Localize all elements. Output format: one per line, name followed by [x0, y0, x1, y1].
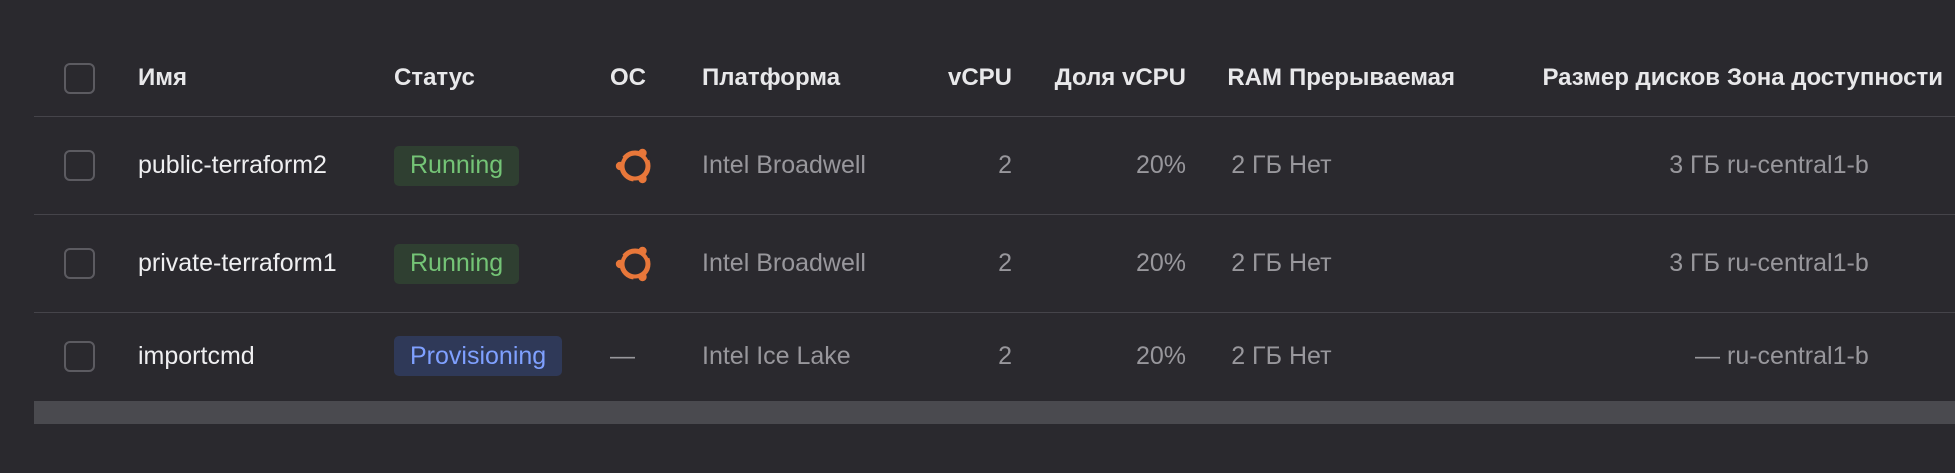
preemptible-value: Нет: [1289, 151, 1332, 179]
row-checkbox-cell: [64, 313, 98, 399]
status-cell: Running: [394, 117, 520, 214]
vcpu-share-value: 20%: [1135, 341, 1186, 370]
vm-name[interactable]: public-terraform2: [138, 117, 327, 214]
platform-value: Intel Broadwell: [702, 151, 866, 179]
select-all-checkbox[interactable]: [64, 62, 95, 94]
column-header-os[interactable]: ОС: [610, 40, 646, 116]
row-checkbox[interactable]: [64, 248, 95, 279]
platform-value: Intel Broadwell: [702, 249, 866, 277]
table-row[interactable]: importcmd Provisioning — Intel Ice Lake …: [34, 313, 1955, 399]
status-badge: Running: [394, 145, 520, 186]
zone-value: ru-central1-b: [1727, 341, 1869, 370]
platform-value: Intel Ice Lake: [702, 341, 851, 370]
column-header-zone[interactable]: Зона доступности: [1727, 40, 1943, 116]
vcpu-value: 2: [998, 151, 1012, 179]
table-row[interactable]: private-terraform1 Running Intel Broadwe…: [34, 215, 1955, 313]
ubuntu-icon: [615, 246, 653, 281]
os-cell: [610, 215, 660, 312]
column-header-name[interactable]: Имя: [138, 40, 187, 116]
disk-size-value: 3 ГБ: [1669, 151, 1720, 179]
zone-value: ru-central1-b: [1727, 249, 1869, 277]
row-checkbox-cell: [64, 215, 98, 312]
row-checkbox[interactable]: [64, 150, 95, 181]
column-header-vcpu-share[interactable]: Доля vCPU: [1014, 40, 1186, 116]
status-cell: Provisioning: [394, 313, 563, 399]
vcpu-value: 2: [998, 341, 1012, 370]
ram-value: 2 ГБ: [1231, 151, 1282, 179]
column-header-preemptible[interactable]: Прерываемая: [1289, 40, 1455, 116]
status-cell: Running: [394, 215, 520, 312]
table-row[interactable]: public-terraform2 Running Intel Broadwel…: [34, 117, 1955, 215]
column-header-disk-size[interactable]: Размер дисков: [1494, 40, 1720, 116]
preemptible-value: Нет: [1289, 341, 1332, 370]
header-checkbox-cell: [64, 40, 98, 116]
vm-table: Имя Статус ОС Платформа vCPU Доля vCPU R…: [34, 0, 1955, 473]
status-badge: Provisioning: [394, 336, 563, 376]
vm-name[interactable]: private-terraform1: [138, 215, 337, 312]
table-header: Имя Статус ОС Платформа vCPU Доля vCPU R…: [34, 40, 1955, 117]
column-header-ram[interactable]: RAM: [1194, 40, 1282, 116]
os-value: —: [610, 341, 635, 370]
vm-name[interactable]: importcmd: [138, 313, 255, 399]
row-checkbox[interactable]: [64, 340, 95, 372]
ram-value: 2 ГБ: [1231, 249, 1282, 277]
zone-value: ru-central1-b: [1727, 151, 1869, 179]
preemptible-value: Нет: [1289, 249, 1332, 277]
column-header-status[interactable]: Статус: [394, 40, 475, 116]
ram-value: 2 ГБ: [1231, 341, 1282, 370]
vcpu-share-value: 20%: [1135, 151, 1186, 179]
vcpu-share-value: 20%: [1135, 249, 1186, 277]
vcpu-value: 2: [998, 249, 1012, 277]
column-header-platform[interactable]: Платформа: [702, 40, 840, 116]
os-cell: [610, 117, 660, 214]
row-checkbox-cell: [64, 117, 98, 214]
ubuntu-icon: [615, 148, 653, 183]
horizontal-scrollbar[interactable]: [34, 401, 1955, 424]
status-badge: Running: [394, 243, 520, 284]
column-header-vcpu[interactable]: vCPU: [904, 40, 1012, 116]
disk-size-value: —: [1695, 341, 1720, 370]
disk-size-value: 3 ГБ: [1669, 249, 1720, 277]
